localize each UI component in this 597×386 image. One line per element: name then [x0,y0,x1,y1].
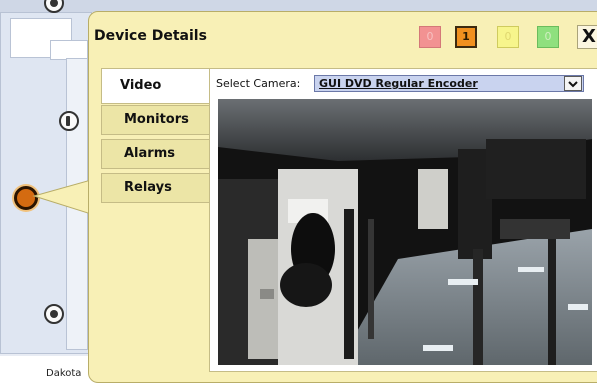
select-camera-label: Select Camera: [216,77,301,90]
tab-alarms[interactable]: Alarms [101,139,211,169]
chevron-down-icon[interactable] [564,76,582,91]
dialog-title: Device Details [94,28,207,44]
camera-select-value: GUI DVD Regular Encoder [319,77,478,90]
camera-select[interactable]: GUI DVD Regular Encoder [314,75,584,92]
tab-video[interactable]: Video [101,68,217,104]
status-count-yellow[interactable]: 0 [497,26,519,48]
video-panel: Select Camera: GUI DVD Regular Encoder [209,68,597,372]
status-count-green[interactable]: 0 [537,26,559,48]
tab-relays[interactable]: Relays [101,173,211,203]
device-details-dialog: Device Details 0 1 0 0 X Video Monitors … [88,11,597,383]
close-icon[interactable]: X [577,25,597,49]
status-count-red[interactable]: 0 [419,26,441,48]
camera-video-feed [218,99,592,365]
status-count-orange[interactable]: 1 [455,26,477,48]
tab-monitors[interactable]: Monitors [101,105,211,135]
